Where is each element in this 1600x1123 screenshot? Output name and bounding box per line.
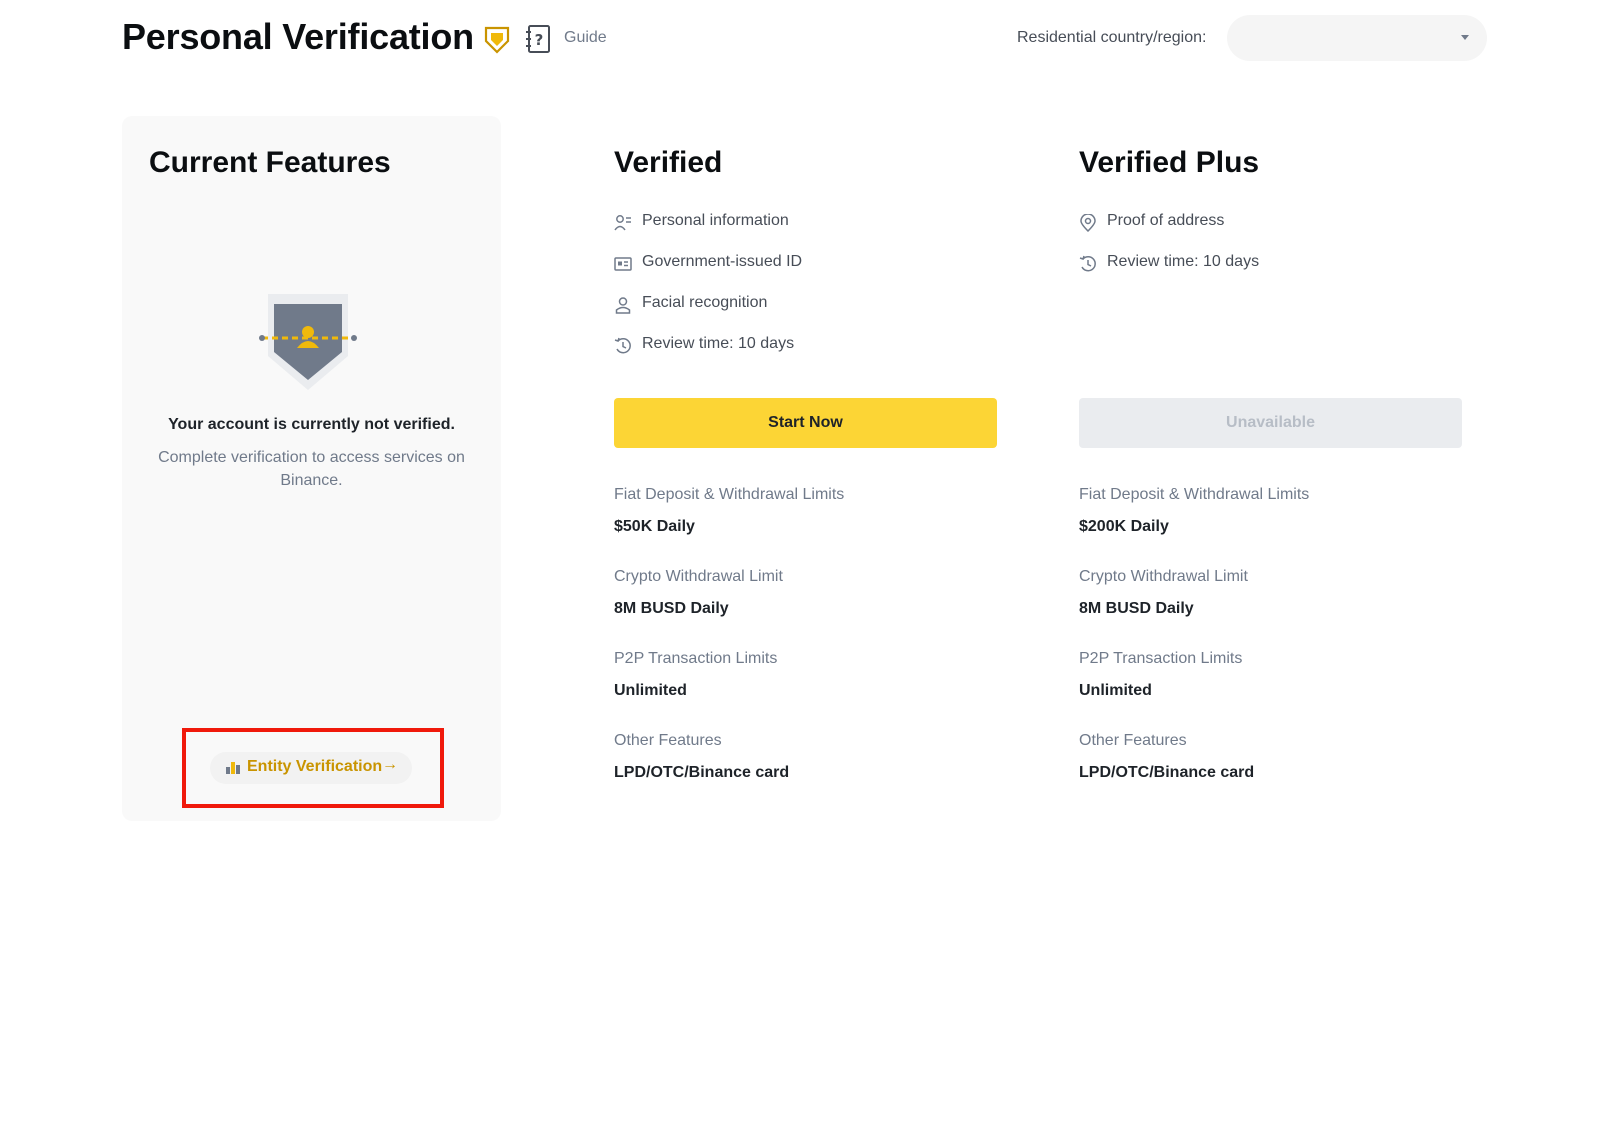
limit-value: 8M BUSD Daily — [1079, 600, 1194, 617]
unavailable-button[interactable]: Unavailable — [1079, 398, 1462, 448]
entity-verification-label: Entity Verification — [247, 758, 383, 775]
requirement-label: Review time: 10 days — [642, 335, 795, 352]
requirement-label: Personal information — [642, 212, 789, 229]
guide-book-icon[interactable]: ? — [526, 24, 552, 54]
limit-value: 8M BUSD Daily — [614, 600, 729, 617]
verified-tier: Verified Personal information Government… — [614, 116, 999, 821]
unverified-shield-illustration — [259, 294, 357, 390]
limit-value: $200K Daily — [1079, 518, 1169, 535]
limit-value: Unlimited — [1079, 682, 1152, 699]
building-icon — [226, 762, 240, 774]
guide-link[interactable]: Guide — [564, 29, 607, 47]
verification-status-title: Your account is currently not verified. — [168, 416, 455, 433]
requirement-label: Review time: 10 days — [1107, 253, 1260, 270]
current-features-title: Current Features — [149, 146, 391, 179]
limit-label: P2P Transaction Limits — [1079, 650, 1243, 667]
verified-plus-tier: Verified Plus Proof of address Review ti… — [1079, 116, 1464, 821]
clock-history-icon — [1079, 255, 1096, 272]
limit-value: LPD/OTC/Binance card — [1079, 764, 1255, 781]
requirement-label: Government-issued ID — [642, 253, 803, 270]
entity-verification-button[interactable]: Entity Verification → — [210, 752, 412, 784]
limit-label: Other Features — [614, 732, 722, 749]
clock-history-icon — [614, 337, 631, 354]
shield-badge-icon — [484, 26, 510, 54]
page-title: Personal Verification — [122, 16, 474, 57]
page-header: Personal Verification ? Guide Residentia… — [122, 14, 1487, 64]
start-now-button[interactable]: Start Now — [614, 398, 997, 448]
limit-label: Crypto Withdrawal Limit — [614, 568, 783, 585]
arrow-right-icon: → — [382, 756, 398, 773]
limit-label: Fiat Deposit & Withdrawal Limits — [1079, 486, 1310, 503]
current-features-card: Current Features Your account is current… — [122, 116, 501, 821]
limit-label: P2P Transaction Limits — [614, 650, 778, 667]
personal-info-icon — [614, 215, 631, 231]
limit-label: Other Features — [1079, 732, 1187, 749]
verified-plus-title: Verified Plus — [1079, 146, 1260, 179]
limit-label: Fiat Deposit & Withdrawal Limits — [614, 486, 845, 503]
location-pin-icon — [1080, 214, 1096, 232]
region-label: Residential country/region: — [1017, 29, 1207, 46]
person-icon — [615, 297, 631, 314]
verification-status-description: Complete verification to access services… — [158, 449, 465, 489]
verified-title: Verified — [614, 146, 723, 179]
requirement-label: Proof of address — [1107, 212, 1225, 229]
chevron-down-icon — [1461, 35, 1469, 40]
limit-value: $50K Daily — [614, 518, 695, 535]
region-select[interactable] — [1227, 15, 1487, 61]
limit-value: LPD/OTC/Binance card — [614, 764, 790, 781]
limit-value: Unlimited — [614, 682, 687, 699]
limit-label: Crypto Withdrawal Limit — [1079, 568, 1248, 585]
svg-text:?: ? — [535, 31, 544, 49]
requirement-label: Facial recognition — [642, 294, 768, 311]
id-card-icon — [614, 257, 632, 271]
